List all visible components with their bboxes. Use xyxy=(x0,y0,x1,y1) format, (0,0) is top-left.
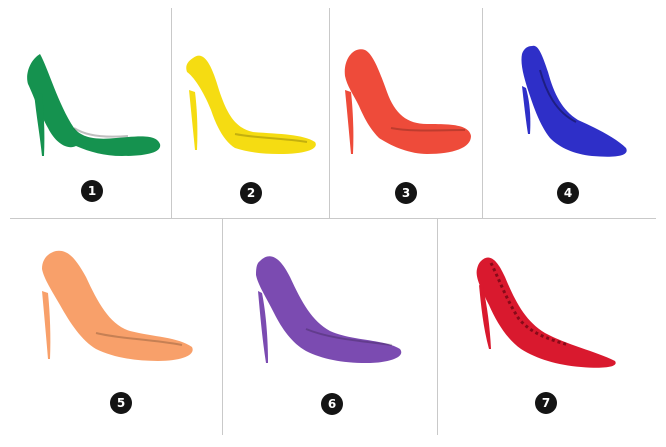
shoe-number-badge: 1 xyxy=(81,180,103,202)
purple-pump-shoe-icon xyxy=(256,256,402,363)
shoe-cell-4[interactable]: 4 xyxy=(484,10,654,216)
red-orange-pump-shoe-icon xyxy=(344,49,471,154)
grid-divider-v1-bottom xyxy=(222,219,223,435)
shoe-number-badge: 6 xyxy=(321,393,343,415)
shoe-cell-6[interactable]: 6 xyxy=(224,221,436,433)
shoe-number-badge: 2 xyxy=(240,182,262,204)
shoe-number-badge: 5 xyxy=(110,392,132,414)
grid-divider-v1-top xyxy=(171,8,172,218)
shoe-number-badge: 7 xyxy=(535,392,557,414)
grid-divider-v2-top xyxy=(329,8,330,218)
shoe-cell-2[interactable]: 2 xyxy=(173,10,328,216)
red-ruffled-pump-shoe-icon xyxy=(476,257,616,368)
shoe-cell-1[interactable]: 1 xyxy=(12,10,170,216)
grid-divider-v2-bottom xyxy=(437,219,438,435)
shoe-number-badge: 3 xyxy=(395,182,417,204)
blue-pump-shoe-icon xyxy=(521,45,627,157)
orange-pump-shoe-icon xyxy=(42,250,193,361)
shoe-cell-5[interactable]: 5 xyxy=(12,221,221,433)
grid-divider-horizontal xyxy=(10,218,656,219)
grid-divider-v3-top xyxy=(482,8,483,218)
green-pump-shoe-icon xyxy=(27,54,161,156)
shoe-number-badge: 4 xyxy=(557,182,579,204)
shoe-cell-7[interactable]: 7 xyxy=(439,221,656,433)
shoe-cell-3[interactable]: 3 xyxy=(331,10,481,216)
yellow-pump-shoe-icon xyxy=(186,55,316,154)
